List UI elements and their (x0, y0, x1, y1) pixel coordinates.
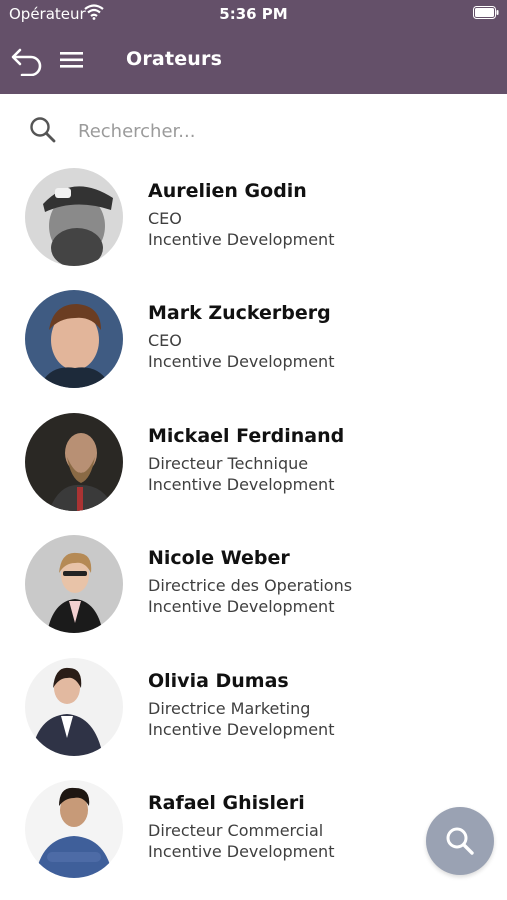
avatar (25, 657, 123, 756)
speaker-company: Incentive Development (148, 474, 335, 494)
clock: 5:36 PM (219, 5, 288, 23)
speaker-name: Rafael Ghisleri (148, 791, 305, 814)
app-bar: Orateurs (0, 30, 507, 94)
speaker-company: Incentive Development (148, 719, 335, 739)
battery-icon (473, 6, 499, 19)
speaker-role: Directeur Commercial (148, 820, 324, 840)
speaker-role: CEO (148, 209, 182, 228)
status-bar: Opérateur 5:36 PM (0, 0, 507, 30)
page-title: Orateurs (126, 48, 223, 70)
speaker-company: Incentive Development (148, 841, 335, 861)
speaker-name: Olivia Dumas (148, 669, 289, 692)
search-fab-button[interactable] (426, 807, 494, 875)
avatar (25, 779, 123, 878)
speaker-row-mark-zuckerberg[interactable]: Mark Zuckerberg CEO Incentive Developmen… (0, 284, 507, 406)
search-icon (30, 117, 56, 143)
speaker-role: Directeur Technique (148, 453, 309, 473)
search-input[interactable] (76, 114, 480, 148)
hamburger-menu-icon[interactable] (59, 49, 85, 71)
search-icon (446, 827, 474, 855)
avatar (25, 412, 123, 511)
avatar (25, 535, 123, 634)
speaker-role: CEO (148, 331, 182, 351)
speaker-name: Nicole Weber (148, 547, 290, 570)
speaker-row-nicole-weber[interactable]: Nicole Weber Directrice des Operations I… (0, 529, 507, 651)
speaker-name: Mickael Ferdinand (148, 424, 345, 447)
speaker-role: Directrice Marketing (148, 698, 311, 718)
avatar (25, 168, 123, 266)
avatar (25, 290, 123, 389)
speaker-role: Directrice des Operations (148, 576, 353, 596)
speaker-company: Incentive Development (148, 352, 335, 372)
speaker-name: Aurelien Godin (148, 180, 307, 202)
speaker-row-aurelien-godin[interactable]: Aurelien Godin CEO Incentive Development (0, 162, 507, 284)
speaker-name: Mark Zuckerberg (148, 302, 331, 325)
speaker-list: Aurelien Godin CEO Incentive Development… (0, 162, 507, 896)
back-arrow-icon[interactable] (10, 44, 44, 76)
speaker-company: Incentive Development (148, 597, 335, 617)
search-bar (0, 104, 507, 156)
speaker-company: Incentive Development (148, 230, 335, 249)
speaker-row-olivia-dumas[interactable]: Olivia Dumas Directrice Marketing Incent… (0, 652, 507, 774)
speaker-row-mickael-ferdinand[interactable]: Mickael Ferdinand Directeur Technique In… (0, 407, 507, 529)
